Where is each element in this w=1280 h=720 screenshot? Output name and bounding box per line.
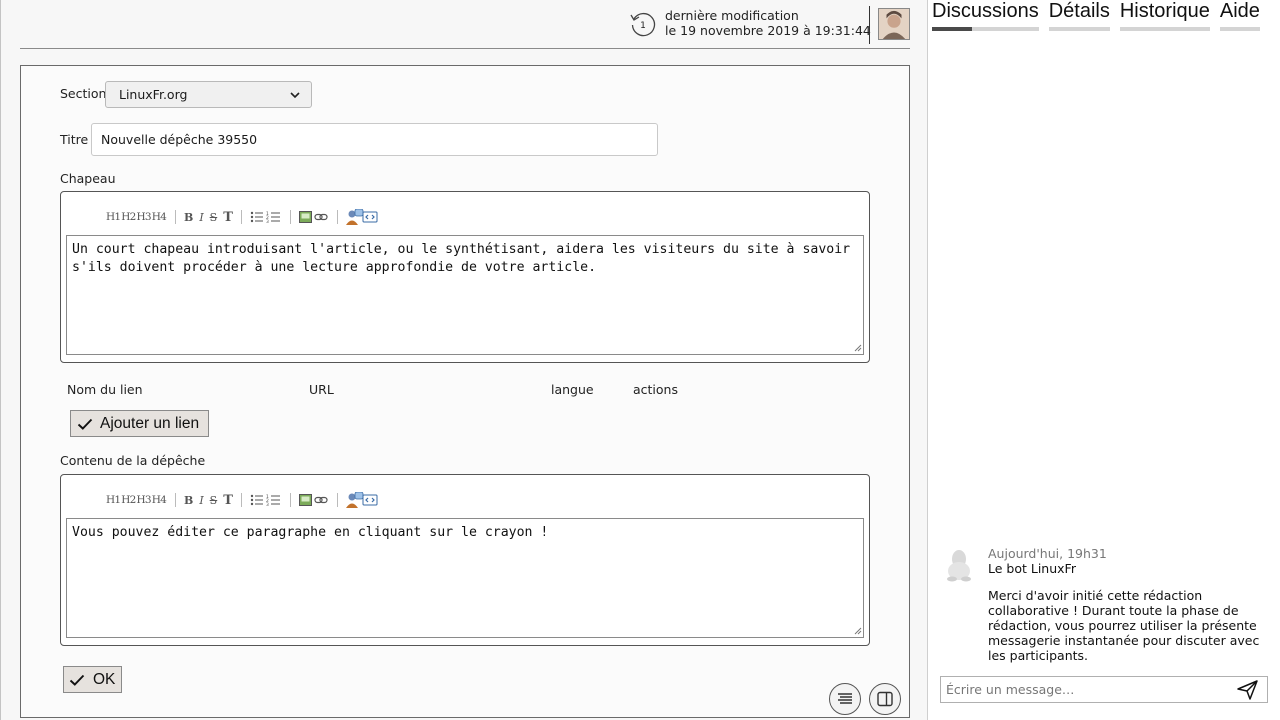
last-modified-date: le 19 novembre 2019 à 19:31:44 <box>665 23 871 38</box>
svg-text:3: 3 <box>266 502 269 507</box>
section-value: LinuxFr.org <box>119 87 188 102</box>
list-buttons: 123 <box>250 211 280 224</box>
message-text: Merci d'avoir initié cette rédaction col… <box>988 588 1260 663</box>
toolbar-divider <box>240 210 242 224</box>
toolbar-divider <box>336 493 338 507</box>
send-icon[interactable] <box>1237 680 1259 700</box>
heading-4-button[interactable]: H4 <box>152 211 167 223</box>
heading-2-button[interactable]: H2 <box>121 494 136 506</box>
chevron-down-icon <box>290 92 300 99</box>
toggle-sidebar-button[interactable] <box>869 683 901 715</box>
table-of-contents-icon <box>838 693 852 704</box>
editor-panel: 1 dernière modification le 19 novembre 2… <box>0 0 926 720</box>
intro-label: Chapeau <box>60 171 116 186</box>
title-label: Titre <box>60 132 89 147</box>
heading-3-button[interactable]: H3 <box>137 211 152 223</box>
monospace-button[interactable]: T <box>223 210 233 225</box>
toolbar-divider <box>240 493 242 507</box>
intro-toolbar: H1 H2 H3 H4 B I S T 123 <box>106 207 378 227</box>
bulleted-list-icon[interactable] <box>250 211 263 223</box>
links-column-actions: actions <box>633 382 678 397</box>
bold-button[interactable]: B <box>184 494 193 507</box>
heading-3-button[interactable]: H3 <box>137 494 152 506</box>
ok-label: OK <box>93 670 116 688</box>
extra-buttons <box>345 209 378 225</box>
message-placeholder: Écrire un message… <box>946 682 1075 697</box>
numbered-list-icon[interactable]: 123 <box>266 211 280 224</box>
link-icon[interactable] <box>314 213 328 221</box>
links-column-language: langue <box>551 382 594 397</box>
links-column-name: Nom du lien <box>67 382 143 397</box>
numbered-list-icon[interactable]: 123 <box>266 494 280 507</box>
toolbar-divider <box>336 210 338 224</box>
media-buttons <box>298 211 328 223</box>
tab-history[interactable]: Historique <box>1119 0 1210 31</box>
user-help-icon[interactable] <box>345 209 364 225</box>
heading-1-button[interactable]: H1 <box>106 211 121 223</box>
section-label: Section <box>60 86 107 101</box>
revision-count: 1 <box>640 21 646 31</box>
bulleted-list-icon[interactable] <box>250 494 263 506</box>
content-textarea[interactable]: Vous pouvez éditer ce paragraphe en cliq… <box>66 518 864 638</box>
side-tabs: Discussions Détails Historique Aide <box>932 0 1260 31</box>
message-author: Le bot LinuxFr <box>988 561 1076 576</box>
title-input[interactable]: Nouvelle dépêche 39550 <box>91 123 658 156</box>
tab-details[interactable]: Détails <box>1048 0 1110 31</box>
resize-grip-icon[interactable] <box>854 627 862 635</box>
tab-discussions[interactable]: Discussions <box>932 0 1039 31</box>
check-icon <box>69 674 85 686</box>
monospace-button[interactable]: T <box>223 493 233 508</box>
toolbar-divider <box>289 210 291 224</box>
side-panel: Discussions Détails Historique Aide Aujo… <box>927 0 1280 720</box>
strike-button[interactable]: S <box>210 494 218 507</box>
toc-button[interactable] <box>829 683 861 715</box>
toolbar-divider <box>289 493 291 507</box>
image-icon[interactable] <box>298 494 312 506</box>
bold-button[interactable]: B <box>184 211 193 224</box>
italic-button[interactable]: I <box>199 211 203 224</box>
toolbar-divider <box>175 493 176 507</box>
bot-avatar-icon <box>947 550 971 582</box>
media-buttons <box>298 494 328 506</box>
list-buttons: 123 <box>250 494 280 507</box>
ok-button[interactable]: OK <box>63 666 122 693</box>
intro-textarea[interactable]: Un court chapeau introduisant l'article,… <box>66 235 864 355</box>
code-icon[interactable] <box>362 211 378 223</box>
history-icon[interactable]: 1 <box>629 10 657 38</box>
image-icon[interactable] <box>298 211 312 223</box>
resize-grip-icon[interactable] <box>854 344 862 352</box>
heading-2-button[interactable]: H2 <box>121 211 136 223</box>
section-select[interactable]: LinuxFr.org <box>105 81 312 108</box>
svg-text:3: 3 <box>266 219 269 224</box>
last-modified-label: dernière modification <box>665 8 799 23</box>
extra-buttons <box>345 492 378 508</box>
header-divider <box>869 6 870 44</box>
links-column-url: URL <box>309 382 334 397</box>
strike-button[interactable]: S <box>210 211 218 224</box>
content-toolbar: H1 H2 H3 H4 B I S T 123 <box>106 490 378 510</box>
sidebar-toggle-icon <box>877 691 893 707</box>
message-time: Aujourd'hui, 19h31 <box>988 546 1107 561</box>
toolbar-divider <box>175 210 176 224</box>
user-help-icon[interactable] <box>345 492 364 508</box>
add-link-label: Ajouter un lien <box>100 414 200 432</box>
heading-1-button[interactable]: H1 <box>106 494 121 506</box>
check-icon <box>77 418 93 430</box>
user-avatar[interactable] <box>878 8 910 40</box>
content-editor: H1 H2 H3 H4 B I S T 123 Vous pouvez édit… <box>60 474 870 646</box>
add-link-button[interactable]: Ajouter un lien <box>70 410 209 437</box>
code-icon[interactable] <box>362 494 378 506</box>
italic-button[interactable]: I <box>199 494 203 507</box>
last-modified: dernière modification le 19 novembre 201… <box>665 8 871 38</box>
intro-editor: H1 H2 H3 H4 B I S T 123 Un court chapeau… <box>60 191 870 363</box>
message-input[interactable]: Écrire un message… <box>940 676 1268 703</box>
content-label: Contenu de la dépêche <box>60 453 206 468</box>
tab-help[interactable]: Aide <box>1219 0 1260 31</box>
avatar-portrait-icon <box>879 9 909 39</box>
heading-4-button[interactable]: H4 <box>152 494 167 506</box>
link-icon[interactable] <box>314 496 328 504</box>
